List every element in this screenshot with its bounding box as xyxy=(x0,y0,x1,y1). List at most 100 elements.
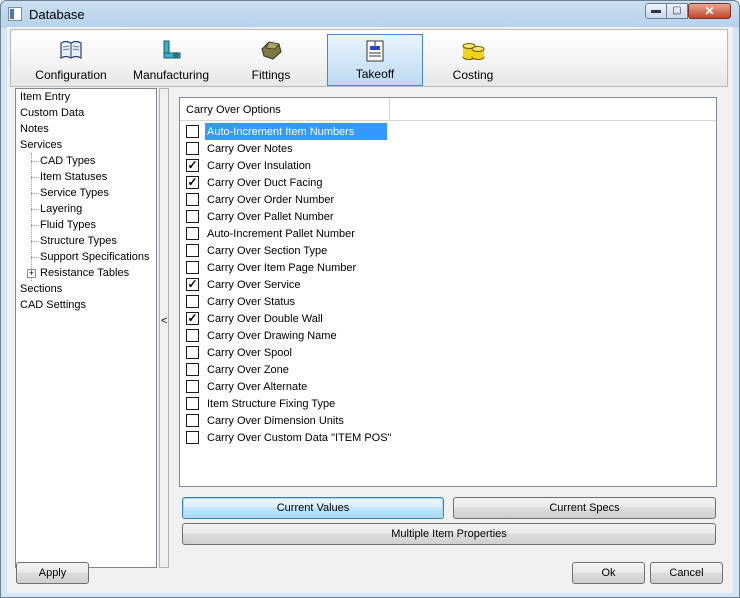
takeoff-icon xyxy=(366,40,384,62)
tree-item-notes[interactable]: Notes xyxy=(20,121,49,137)
option-label: Carry Over Service xyxy=(207,279,301,291)
ok-button[interactable]: Ok xyxy=(572,562,645,584)
option-row[interactable]: Carry Over Drawing Name xyxy=(186,327,706,344)
machine-icon xyxy=(163,40,181,59)
maximize-button[interactable]: ▢ xyxy=(666,3,688,19)
option-checkbox[interactable] xyxy=(186,227,199,240)
tree-line xyxy=(31,225,39,226)
tree-line xyxy=(31,209,39,210)
multiple-item-properties-button[interactable]: Multiple Item Properties xyxy=(182,523,716,545)
option-row[interactable]: Carry Over Order Number xyxy=(186,191,706,208)
tree-line xyxy=(31,241,39,242)
option-label: Carry Over Zone xyxy=(207,364,289,376)
option-checkbox[interactable] xyxy=(186,346,199,359)
option-label: Carry Over Custom Data "ITEM POS" xyxy=(207,432,392,444)
option-row[interactable]: Carry Over Zone xyxy=(186,361,706,378)
list-header: Carry Over Options xyxy=(180,98,716,121)
tab-costing[interactable]: Costing xyxy=(425,34,521,86)
option-label: Carry Over Order Number xyxy=(207,194,335,206)
collapse-arrow-icon: < xyxy=(161,315,168,327)
option-checkbox[interactable] xyxy=(186,397,199,410)
option-row[interactable]: Carry Over Custom Data "ITEM POS" xyxy=(186,429,706,446)
option-checkbox[interactable] xyxy=(186,363,199,376)
client-area: Configuration Manufacturing Fittings Tak… xyxy=(7,27,733,593)
option-row[interactable]: Carry Over Dimension Units xyxy=(186,412,706,429)
option-label: Carry Over Dimension Units xyxy=(207,415,344,427)
option-label: Carry Over Alternate xyxy=(207,381,308,393)
tree-item-fluid-types[interactable]: Fluid Types xyxy=(40,217,96,233)
option-label: Auto-Increment Item Numbers xyxy=(205,123,387,140)
tree-line xyxy=(31,177,39,178)
tree-item-custom-data[interactable]: Custom Data xyxy=(20,105,84,121)
tree-expand-button[interactable]: + xyxy=(27,269,36,278)
option-checkbox[interactable]: ✓ xyxy=(186,312,199,325)
category-tree[interactable]: Item Entry Custom Data Notes Services CA… xyxy=(15,88,157,568)
option-row[interactable]: Carry Over Section Type xyxy=(186,242,706,259)
option-label: Carry Over Drawing Name xyxy=(207,330,337,342)
title-bar[interactable]: Database ▬ ▢ ✕ xyxy=(1,1,739,28)
option-checkbox[interactable]: ✓ xyxy=(186,176,199,189)
tree-item-item-statuses[interactable]: Item Statuses xyxy=(40,169,107,185)
option-row[interactable]: Item Structure Fixing Type xyxy=(186,395,706,412)
option-checkbox[interactable]: ✓ xyxy=(186,278,199,291)
option-row[interactable]: Carry Over Notes xyxy=(186,140,706,157)
option-row[interactable]: ✓ Carry Over Insulation xyxy=(186,157,706,174)
option-label: Carry Over Double Wall xyxy=(207,313,323,325)
tab-label: Fittings xyxy=(251,68,291,82)
option-label: Carry Over Status xyxy=(207,296,296,308)
current-values-button[interactable]: Current Values xyxy=(182,497,444,519)
option-row[interactable]: Carry Over Alternate xyxy=(186,378,706,395)
tree-item-sections[interactable]: Sections xyxy=(20,281,62,297)
tree-item-service-types[interactable]: Service Types xyxy=(40,185,109,201)
option-checkbox[interactable] xyxy=(186,125,199,138)
option-row[interactable]: Carry Over Pallet Number xyxy=(186,208,706,225)
option-checkbox[interactable] xyxy=(186,261,199,274)
carry-over-options-list[interactable]: Carry Over Options Auto-Increment Item N… xyxy=(179,97,717,487)
tree-line xyxy=(31,193,39,194)
option-checkbox[interactable]: ✓ xyxy=(186,159,199,172)
minimize-button[interactable]: ▬ xyxy=(645,3,667,19)
option-row[interactable]: Auto-Increment Item Numbers xyxy=(186,123,706,140)
tab-label: Configuration xyxy=(35,68,107,82)
option-label: Carry Over Notes xyxy=(207,143,293,155)
option-row[interactable]: ✓ Carry Over Duct Facing xyxy=(186,174,706,191)
apply-button[interactable]: Apply xyxy=(16,562,89,584)
tab-manufacturing[interactable]: Manufacturing xyxy=(123,34,219,86)
option-checkbox[interactable] xyxy=(186,142,199,155)
option-row[interactable]: Auto-Increment Pallet Number xyxy=(186,225,706,242)
tree-line xyxy=(31,161,39,162)
option-checkbox[interactable] xyxy=(186,414,199,427)
option-row[interactable]: ✓ Carry Over Double Wall xyxy=(186,310,706,327)
option-checkbox[interactable] xyxy=(186,380,199,393)
option-checkbox[interactable] xyxy=(186,295,199,308)
option-row[interactable]: Carry Over Item Page Number xyxy=(186,259,706,276)
option-row[interactable]: Carry Over Spool xyxy=(186,344,706,361)
tree-item-item-entry[interactable]: Item Entry xyxy=(20,89,70,105)
tab-configuration[interactable]: Configuration xyxy=(23,34,119,86)
tree-item-support-specifications[interactable]: Support Specifications xyxy=(40,249,149,265)
current-specs-button[interactable]: Current Specs xyxy=(453,497,716,519)
close-button[interactable]: ✕ xyxy=(688,3,731,19)
tree-item-cad-types[interactable]: CAD Types xyxy=(40,153,95,169)
tree-item-structure-types[interactable]: Structure Types xyxy=(40,233,117,249)
tree-item-services[interactable]: Services xyxy=(20,137,62,153)
tree-item-resistance-tables[interactable]: Resistance Tables xyxy=(40,265,129,281)
option-checkbox[interactable] xyxy=(186,431,199,444)
option-row[interactable]: ✓ Carry Over Service xyxy=(186,276,706,293)
option-label: Carry Over Spool xyxy=(207,347,292,359)
column-header-carry-over-options[interactable]: Carry Over Options xyxy=(180,98,390,120)
option-label: Carry Over Insulation xyxy=(207,160,311,172)
option-checkbox[interactable] xyxy=(186,244,199,257)
tree-item-cad-settings[interactable]: CAD Settings xyxy=(20,297,86,313)
tree-item-layering[interactable]: Layering xyxy=(40,201,82,217)
cancel-button[interactable]: Cancel xyxy=(650,562,723,584)
option-label: Carry Over Item Page Number xyxy=(207,262,357,274)
tab-takeoff[interactable]: Takeoff xyxy=(327,34,423,86)
option-checkbox[interactable] xyxy=(186,193,199,206)
option-row[interactable]: Carry Over Status xyxy=(186,293,706,310)
collapse-splitter[interactable]: < xyxy=(159,88,169,568)
tab-fittings[interactable]: Fittings xyxy=(223,34,319,86)
option-checkbox[interactable] xyxy=(186,329,199,342)
tree-line xyxy=(31,257,39,258)
option-checkbox[interactable] xyxy=(186,210,199,223)
